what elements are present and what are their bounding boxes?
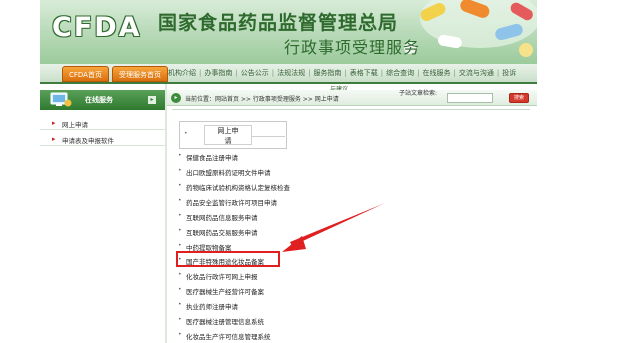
annotation-arrow-icon — [282, 203, 385, 252]
page: CFDA 国家食品药品监督管理总局 行政事项受理服务 CFDA首页 受理服务首页… — [0, 0, 620, 343]
